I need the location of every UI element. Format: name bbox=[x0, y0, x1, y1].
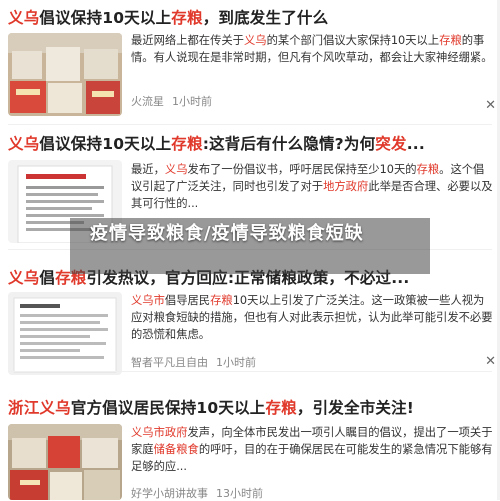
title-keyword: 存粮 bbox=[171, 135, 203, 153]
article-thumbnail[interactable] bbox=[8, 292, 122, 375]
title-text: 倡议保持10天以上 bbox=[39, 135, 172, 153]
article-meta: 智者平凡且自由 1小时前 bbox=[131, 354, 264, 370]
snippet-text: 倡导居民 bbox=[164, 294, 211, 307]
source-name[interactable]: 好学小胡讲故事 bbox=[131, 487, 208, 500]
snippet-text: 的某个部门倡议大家保持10天以上 bbox=[266, 34, 440, 47]
title-keyword: 浙江义乌 bbox=[8, 399, 71, 417]
article-meta: 火流星 1小时前 bbox=[131, 93, 220, 109]
article-thumbnail[interactable] bbox=[8, 33, 122, 116]
article-card[interactable]: 浙江义乌官方倡议居民保持10天以上存粮，引发全市关注! 义乌市政府发声，向全体市… bbox=[0, 372, 500, 500]
timestamp: 1小时前 bbox=[172, 95, 212, 108]
article-snippet: 义乌市政府发声，向全体市民发出一项引人瞩目的倡议，提出了一项关于家庭储备粮食的呼… bbox=[131, 424, 493, 475]
title-text: 官方倡议居民保持10天以上 bbox=[70, 399, 266, 417]
snippet-keyword: 存粮 bbox=[210, 294, 233, 307]
source-name[interactable]: 火流星 bbox=[131, 95, 164, 108]
close-icon[interactable]: ✕ bbox=[485, 98, 496, 113]
title-keyword: 突发 bbox=[375, 135, 407, 153]
title-text: ... bbox=[406, 135, 425, 153]
timestamp: 1小时前 bbox=[216, 356, 256, 369]
title-keyword: 存粮 bbox=[265, 399, 297, 417]
title-keyword: 义乌 bbox=[8, 9, 40, 27]
article-card[interactable]: 义乌倡议保持10天以上存粮，到底发生了什么 最近网络上都在传关于义乌的某个部门倡… bbox=[0, 0, 500, 125]
snippet-keyword: 地方政府 bbox=[323, 180, 369, 193]
article-snippet: 最近网络上都在传关于义乌的某个部门倡议大家保持10天以上存粮的事情。有人说现在是… bbox=[131, 32, 493, 66]
title-keyword: 义乌 bbox=[8, 135, 40, 153]
title-text: ，引发全市关注! bbox=[296, 399, 415, 417]
timestamp: 13小时前 bbox=[216, 487, 263, 500]
article-meta: 好学小胡讲故事 13小时前 bbox=[131, 485, 271, 501]
overlay-text: 疫情导致粮食/疫情导致粮食短缺 bbox=[90, 223, 364, 244]
title-text: 倡 bbox=[39, 269, 56, 287]
title-text: 倡议保持10天以上 bbox=[39, 9, 172, 27]
article-snippet: 最近，义乌发布了一份倡议书，呼吁居民保持至少10天的存粮。这个倡议引起了广泛关注… bbox=[131, 161, 493, 212]
article-title[interactable]: 义乌倡议保持10天以上存粮，到底发生了什么 bbox=[8, 6, 478, 28]
snippet-keyword: 义乌 bbox=[243, 34, 267, 47]
article-thumbnail[interactable] bbox=[8, 424, 122, 500]
article-title[interactable]: 浙江义乌官方倡议居民保持10天以上存粮，引发全市关注! bbox=[8, 396, 478, 418]
article-snippet: 义乌市倡导居民存粮10天以上引发了广泛关注。这一政策被一些人视为应对粮食短缺的措… bbox=[131, 292, 493, 343]
snippet-keyword: 存粮 bbox=[416, 163, 440, 176]
snippet-text: 最近网络上都在传关于 bbox=[131, 34, 244, 47]
source-name[interactable]: 智者平凡且自由 bbox=[131, 356, 208, 369]
snippet-text: 发布了一份倡议书，呼吁居民保持至少10天的 bbox=[187, 163, 417, 176]
snippet-keyword: 义乌市 bbox=[131, 294, 165, 307]
title-keyword: 存粮 bbox=[171, 9, 203, 27]
title-keyword: 义乌 bbox=[8, 269, 40, 287]
snippet-text: 最近， bbox=[131, 163, 165, 176]
close-icon[interactable]: ✕ bbox=[485, 354, 496, 369]
snippet-keyword: 存粮 bbox=[439, 34, 462, 47]
snippet-keyword: 义乌 bbox=[164, 163, 188, 176]
snippet-keyword: 储备粮食 bbox=[153, 443, 199, 456]
title-text: :这背后有什么隐情?为何 bbox=[202, 135, 376, 153]
snippet-keyword: 义乌市政府 bbox=[131, 426, 188, 439]
article-title[interactable]: 义乌倡议保持10天以上存粮:这背后有什么隐情?为何突发... bbox=[8, 132, 478, 154]
title-text: ，到底发生了什么 bbox=[202, 9, 329, 27]
